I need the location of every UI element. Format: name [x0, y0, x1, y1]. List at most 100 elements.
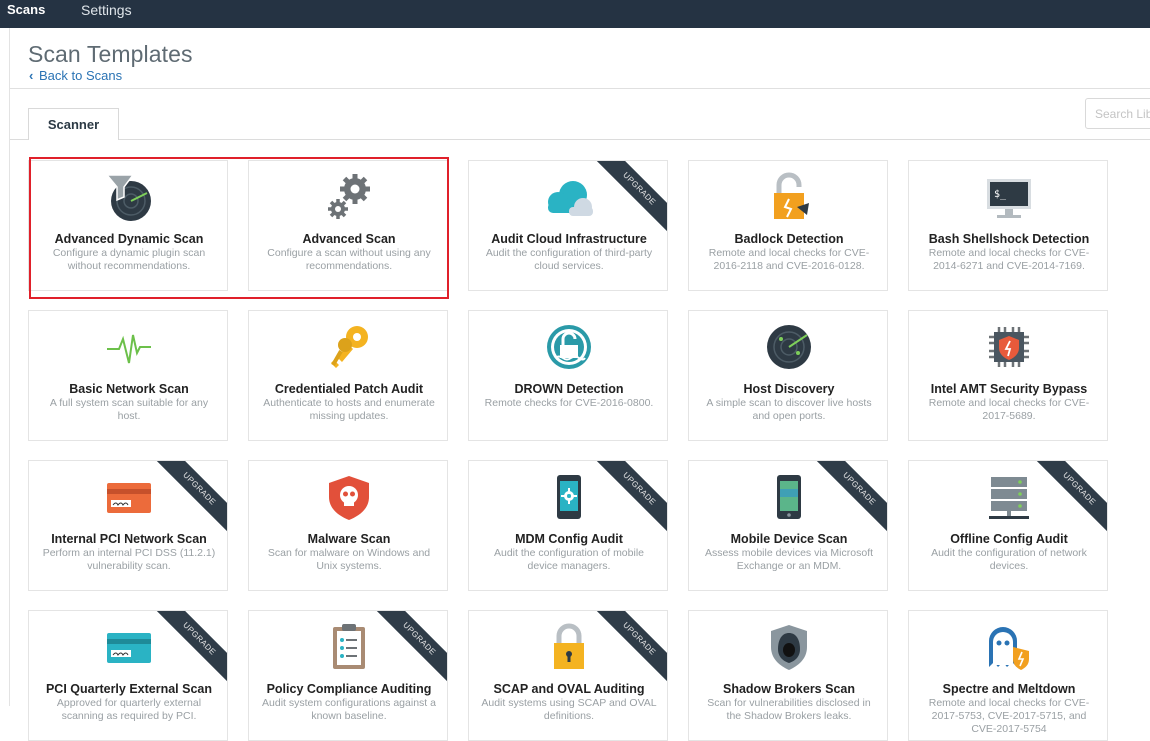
upgrade-ribbon: UPGRADE — [588, 461, 667, 540]
credit-card-teal-icon — [99, 621, 159, 673]
svg-text:$_: $_ — [994, 189, 1007, 200]
template-title: Offline Config Audit — [950, 532, 1068, 546]
template-description: Perform an internal PCI DSS (11.2.1) vul… — [42, 547, 216, 572]
template-title: Basic Network Scan — [69, 382, 189, 396]
template-card[interactable]: Advanced Dynamic Scan Configure a dynami… — [28, 160, 228, 291]
pulse-icon — [99, 321, 159, 373]
template-title: Shadow Brokers Scan — [723, 682, 855, 696]
template-description: Assess mobile devices via Microsoft Exch… — [704, 547, 874, 572]
template-card[interactable]: Host Discovery A simple scan to discover… — [688, 310, 888, 441]
upgrade-ribbon: UPGRADE — [1028, 461, 1107, 540]
padlock-icon — [539, 621, 599, 673]
credit-card-red-icon — [99, 471, 159, 523]
template-title: Internal PCI Network Scan — [51, 532, 207, 546]
template-card[interactable]: $_ Bash Shellshock Detection Remote and … — [908, 160, 1108, 291]
back-to-scans-link[interactable]: ‹ Back to Scans — [29, 68, 122, 83]
ghost-icon — [979, 621, 1039, 673]
template-card[interactable]: SCAP and OVAL Auditing Audit systems usi… — [468, 610, 668, 741]
keys-icon — [319, 321, 379, 373]
radar-funnel-icon — [99, 171, 159, 223]
template-description: A simple scan to discover live hosts and… — [706, 397, 872, 422]
phone-gear-icon — [539, 471, 599, 523]
template-description: Audit systems using SCAP and OVAL defini… — [481, 697, 657, 722]
template-card[interactable]: Shadow Brokers Scan Scan for vulnerabili… — [688, 610, 888, 741]
upgrade-ribbon: UPGRADE — [588, 611, 667, 690]
template-title: Mobile Device Scan — [730, 532, 848, 546]
nav-scans[interactable]: Scans — [7, 0, 45, 22]
template-title: Intel AMT Security Bypass — [930, 382, 1088, 396]
page-title: Scan Templates — [28, 41, 193, 67]
back-link-label: Back to Scans — [39, 68, 123, 83]
template-title: MDM Config Audit — [515, 532, 623, 546]
template-description: Remote and local checks for CVE-2017-575… — [928, 697, 1090, 735]
template-description: Remote checks for CVE-2016-0800. — [484, 397, 654, 409]
upgrade-ribbon: UPGRADE — [148, 611, 227, 690]
template-description: Audit the configuration of network devic… — [931, 547, 1087, 572]
search-library-input[interactable] — [1085, 98, 1150, 129]
template-title: DROWN Detection — [514, 382, 624, 396]
nav-settings[interactable]: Settings — [81, 0, 132, 22]
template-card[interactable]: Mobile Device Scan Assess mobile devices… — [688, 460, 888, 591]
template-description: A full system scan suitable for any host… — [49, 397, 209, 422]
template-description: Audit the configuration of third-party c… — [485, 247, 653, 272]
template-description: Audit system configurations against a kn… — [262, 697, 436, 722]
template-card[interactable]: Badlock Detection Remote and local check… — [688, 160, 888, 291]
template-title: Spectre and Meltdown — [942, 682, 1076, 696]
mobile-phone-icon — [759, 471, 819, 523]
radar-icon — [759, 321, 819, 373]
template-description: Approved for quarterly external scanning… — [56, 697, 202, 722]
drown-lock-icon — [539, 321, 599, 373]
server-rack-icon — [979, 471, 1039, 523]
template-title: Credentialed Patch Audit — [274, 382, 424, 396]
cloud-icon — [539, 171, 599, 223]
template-card[interactable]: Offline Config Audit Audit the configura… — [908, 460, 1108, 591]
template-title: Advanced Scan — [302, 232, 396, 246]
template-title: Audit Cloud Infrastructure — [491, 232, 647, 246]
template-title: SCAP and OVAL Auditing — [493, 682, 645, 696]
upgrade-ribbon: UPGRADE — [808, 461, 887, 540]
template-description: Remote and local checks for CVE-2014-627… — [928, 247, 1090, 272]
header-divider — [10, 88, 1150, 89]
template-title: Advanced Dynamic Scan — [54, 232, 204, 246]
skull-shield-icon — [319, 471, 379, 523]
chevron-left-icon: ‹ — [29, 68, 34, 83]
template-description: Authenticate to hosts and enumerate miss… — [263, 397, 435, 422]
template-title: Policy Compliance Auditing — [266, 682, 432, 696]
template-title: Malware Scan — [307, 532, 391, 546]
template-card[interactable]: Internal PCI Network Scan Perform an int… — [28, 460, 228, 591]
broken-padlock-icon — [759, 171, 819, 223]
template-description: Configure a scan without using any recom… — [267, 247, 431, 272]
upgrade-ribbon: UPGRADE — [588, 161, 667, 240]
template-card[interactable]: DROWN Detection Remote checks for CVE-20… — [468, 310, 668, 441]
template-card[interactable]: Basic Network Scan A full system scan su… — [28, 310, 228, 441]
template-description: Scan for vulnerabilities disclosed in th… — [707, 697, 871, 722]
terminal-monitor-icon: $_ — [979, 171, 1039, 223]
tab-divider — [10, 139, 1150, 140]
template-card[interactable]: Audit Cloud Infrastructure Audit the con… — [468, 160, 668, 291]
template-description: Audit the configuration of mobile device… — [493, 547, 644, 572]
template-title: Bash Shellshock Detection — [928, 232, 1090, 246]
template-card[interactable]: Intel AMT Security Bypass Remote and loc… — [908, 310, 1108, 441]
clipboard-icon — [319, 621, 379, 673]
hooded-figure-icon — [759, 621, 819, 673]
template-description: Scan for malware on Windows and Unix sys… — [267, 547, 431, 572]
gears-icon — [319, 171, 379, 223]
template-card[interactable]: Credentialed Patch Audit Authenticate to… — [248, 310, 448, 441]
template-card[interactable]: Advanced Scan Configure a scan without u… — [248, 160, 448, 291]
upgrade-ribbon: UPGRADE — [148, 461, 227, 540]
template-card[interactable]: Malware Scan Scan for malware on Windows… — [248, 460, 448, 591]
template-description: Remote and local checks for CVE-2017-568… — [928, 397, 1090, 422]
left-border — [9, 28, 10, 706]
template-title: Host Discovery — [743, 382, 835, 396]
upgrade-ribbon: UPGRADE — [368, 611, 447, 690]
template-card[interactable]: Spectre and Meltdown Remote and local ch… — [908, 610, 1108, 741]
template-description: Configure a dynamic plugin scan without … — [52, 247, 206, 272]
tab-scanner[interactable]: Scanner — [28, 108, 119, 140]
template-title: PCI Quarterly External Scan — [45, 682, 213, 696]
template-description: Remote and local checks for CVE-2016-211… — [708, 247, 870, 272]
template-card[interactable]: Policy Compliance Auditing Audit system … — [248, 610, 448, 741]
template-title: Badlock Detection — [734, 232, 844, 246]
template-card[interactable]: MDM Config Audit Audit the configuration… — [468, 460, 668, 591]
chip-shield-icon — [979, 321, 1039, 373]
template-card[interactable]: PCI Quarterly External Scan Approved for… — [28, 610, 228, 741]
